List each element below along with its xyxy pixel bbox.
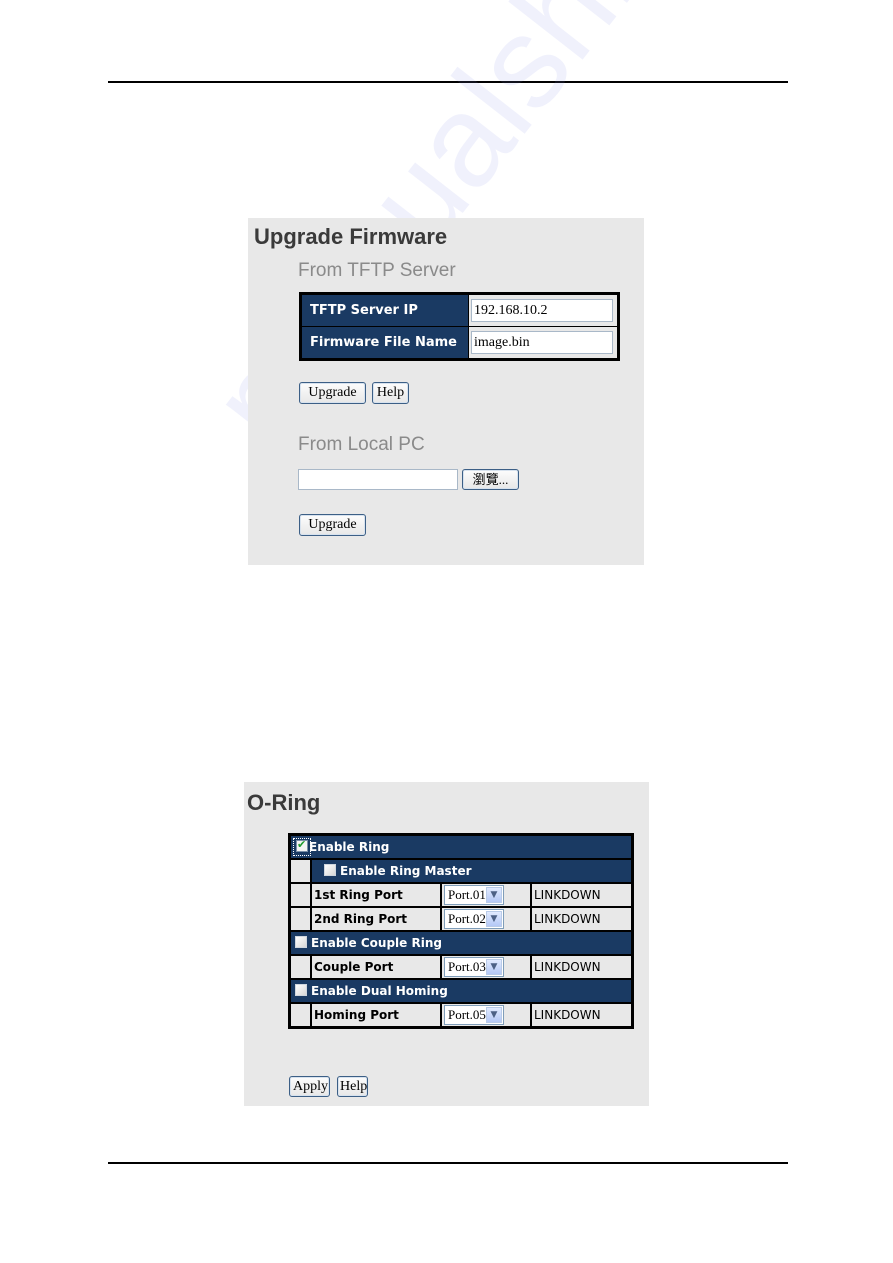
homing-port-label: Homing Port — [310, 1002, 442, 1029]
enable-ring-checkbox[interactable] — [296, 838, 308, 852]
firmware-file-name-row: Firmware File Name — [300, 326, 619, 360]
upgrade-firmware-title: Upgrade Firmware — [254, 224, 448, 249]
couple-port-row: Couple Port Port.03 ▼ LINKDOWN — [288, 954, 634, 980]
tftp-server-ip-row: TFTP Server IP — [300, 293, 619, 327]
browse-button[interactable]: 瀏覽... — [462, 469, 519, 490]
enable-ring-row: Enable Ring — [288, 833, 634, 860]
tftp-upgrade-button[interactable]: Upgrade — [299, 382, 366, 404]
chevron-down-icon: ▼ — [486, 959, 502, 975]
enable-couple-ring-row: Enable Couple Ring — [288, 930, 634, 956]
enable-ring-master-row: Enable Ring Master — [288, 858, 634, 884]
oring-panel: O-Ring Enable Ring Enable Ring Master 1s… — [244, 782, 649, 1106]
enable-ring-master-checkbox[interactable] — [324, 864, 336, 876]
enable-ring-label: Enable Ring — [309, 840, 390, 854]
enable-dual-homing-checkbox[interactable] — [295, 984, 307, 996]
ring-port-1-status: LINKDOWN — [530, 882, 634, 908]
firmware-file-name-input[interactable] — [471, 331, 613, 354]
header-rule — [108, 81, 788, 83]
footer-rule — [108, 1162, 788, 1164]
chevron-down-icon: ▼ — [486, 887, 502, 903]
couple-port-status: LINKDOWN — [530, 954, 634, 980]
tftp-settings-table: TFTP Server IP Firmware File Name — [299, 292, 620, 361]
couple-port-select[interactable]: Port.03 ▼ — [444, 957, 504, 977]
ring-port-2-select[interactable]: Port.02 ▼ — [444, 909, 504, 929]
ring-port-row: 1st Ring Port Port.01 ▼ LINKDOWN — [288, 882, 634, 908]
chevron-down-icon: ▼ — [486, 1007, 502, 1023]
enable-dual-homing-row: Enable Dual Homing — [288, 978, 634, 1004]
homing-port-select[interactable]: Port.05 ▼ — [444, 1005, 504, 1025]
ring-port-1-select[interactable]: Port.01 ▼ — [444, 885, 504, 905]
ring-port-row: 2nd Ring Port Port.02 ▼ LINKDOWN — [288, 906, 634, 932]
tftp-help-button[interactable]: Help — [372, 382, 409, 404]
upgrade-firmware-panel: Upgrade Firmware From TFTP Server TFTP S… — [248, 218, 644, 565]
tftp-section-heading: From TFTP Server — [298, 260, 456, 281]
homing-port-status: LINKDOWN — [530, 1002, 634, 1029]
local-file-input[interactable] — [298, 469, 458, 490]
ring-port-2-label: 2nd Ring Port — [310, 906, 442, 932]
oring-title: O-Ring — [247, 790, 321, 815]
enable-couple-ring-label: Enable Couple Ring — [311, 936, 442, 950]
homing-port-row: Homing Port Port.05 ▼ LINKDOWN — [288, 1002, 634, 1029]
couple-port-label: Couple Port — [310, 954, 442, 980]
tftp-server-ip-input[interactable] — [471, 299, 613, 322]
ring-port-1-label: 1st Ring Port — [310, 882, 442, 908]
enable-dual-homing-label: Enable Dual Homing — [311, 984, 448, 998]
local-upgrade-button[interactable]: Upgrade — [299, 514, 366, 536]
oring-settings-table: Enable Ring Enable Ring Master 1st Ring … — [288, 833, 634, 1029]
enable-ring-master-label: Enable Ring Master — [340, 864, 472, 878]
local-pc-section-heading: From Local PC — [298, 434, 425, 455]
firmware-file-name-label: Firmware File Name — [300, 326, 469, 360]
tftp-server-ip-label: TFTP Server IP — [300, 293, 469, 327]
oring-help-button[interactable]: Help — [337, 1076, 368, 1097]
enable-couple-ring-checkbox[interactable] — [295, 936, 307, 948]
chevron-down-icon: ▼ — [486, 911, 502, 927]
apply-button[interactable]: Apply — [289, 1076, 330, 1097]
ring-port-2-status: LINKDOWN — [530, 906, 634, 932]
